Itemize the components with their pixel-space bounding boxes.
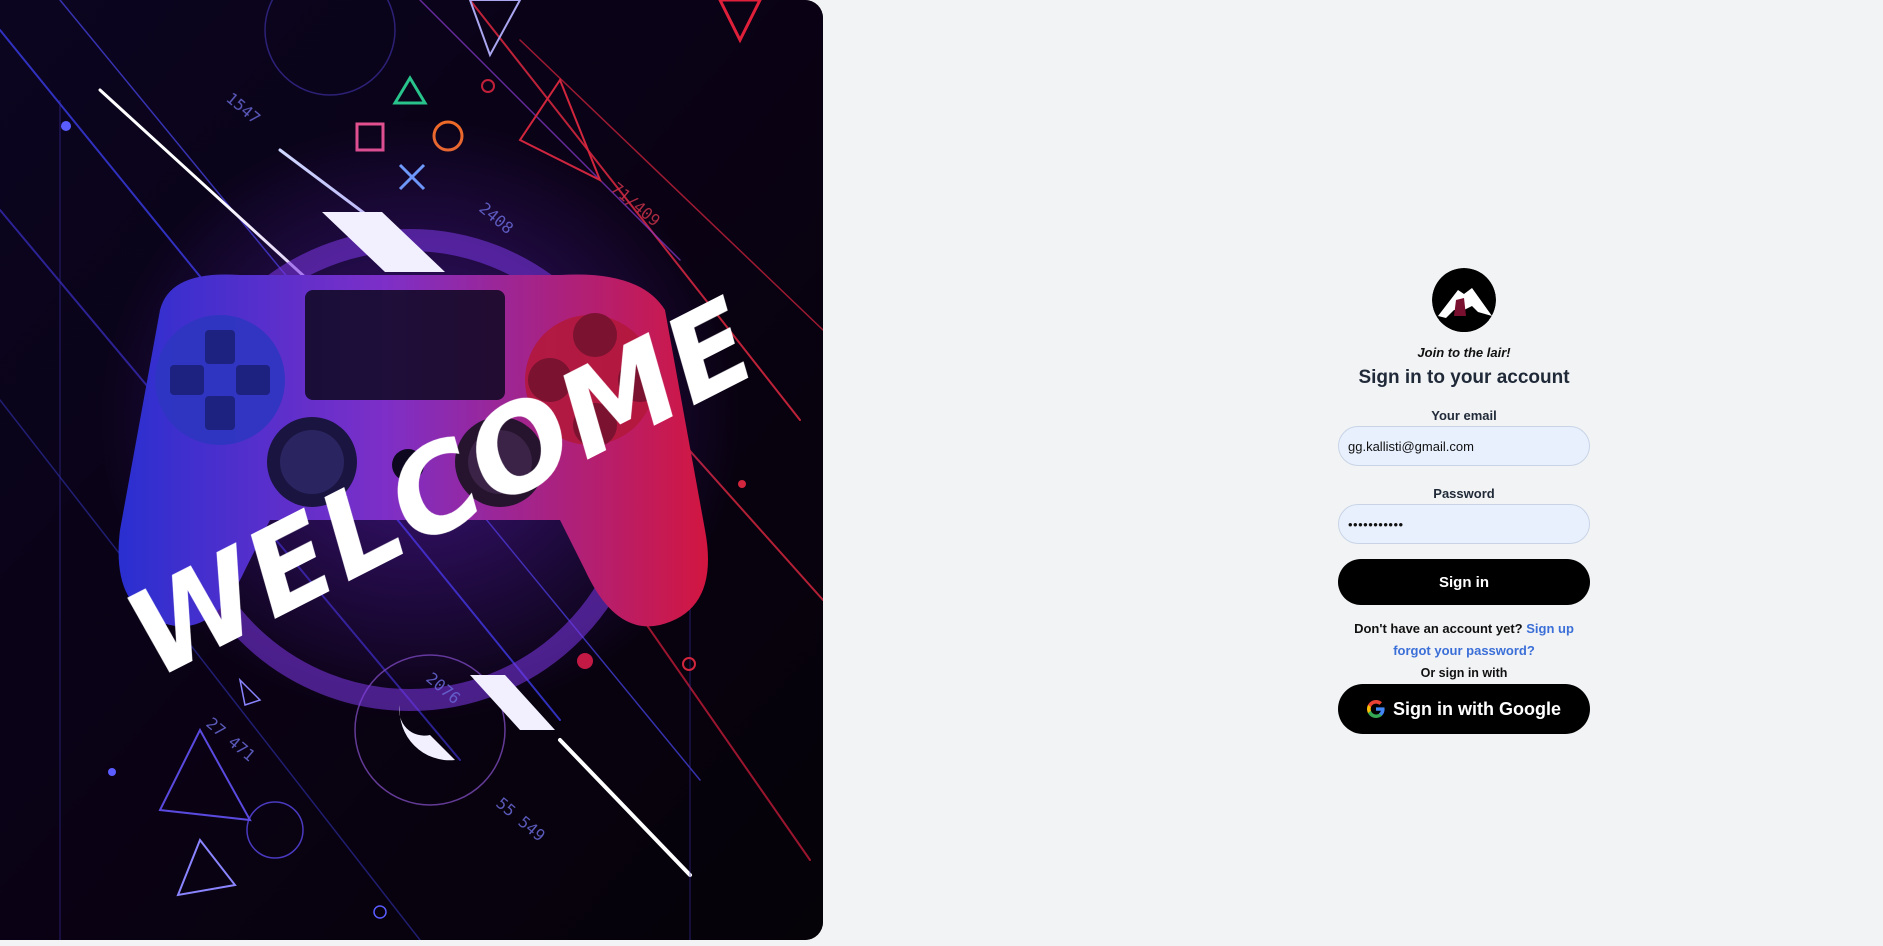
email-label: Your email bbox=[1431, 408, 1497, 423]
sign-up-link[interactable]: Sign up bbox=[1526, 621, 1574, 636]
email-input[interactable] bbox=[1338, 426, 1590, 466]
google-sign-in-button[interactable]: Sign in with Google bbox=[1338, 684, 1590, 734]
or-sign-in-with: Or sign in with bbox=[1420, 666, 1508, 680]
hero-artwork: 1547 2408 71/409 2076 27 471 55 549 WELC… bbox=[0, 0, 823, 940]
password-input[interactable] bbox=[1338, 504, 1590, 544]
password-label: Password bbox=[1433, 486, 1495, 501]
no-account-text: Don't have an account yet? bbox=[1354, 621, 1523, 636]
sign-in-panel: Join to the lair! Sign in to your accoun… bbox=[1338, 268, 1590, 734]
tagline: Join to the lair! bbox=[1417, 345, 1511, 360]
google-g-graphic bbox=[1367, 700, 1385, 718]
welcome-hero-image: 1547 2408 71/409 2076 27 471 55 549 WELC… bbox=[0, 0, 823, 940]
lair-logo-icon bbox=[1432, 268, 1496, 332]
google-g-icon bbox=[1367, 700, 1385, 718]
forgot-password-link[interactable]: forgot your password? bbox=[1393, 642, 1535, 659]
page-title: Sign in to your account bbox=[1358, 367, 1570, 388]
sign-in-button[interactable]: Sign in bbox=[1338, 559, 1590, 605]
signup-prompt: Don't have an account yet? Sign up bbox=[1354, 620, 1574, 638]
lair-logo-graphic bbox=[1432, 268, 1496, 332]
google-sign-in-label: Sign in with Google bbox=[1393, 698, 1561, 719]
